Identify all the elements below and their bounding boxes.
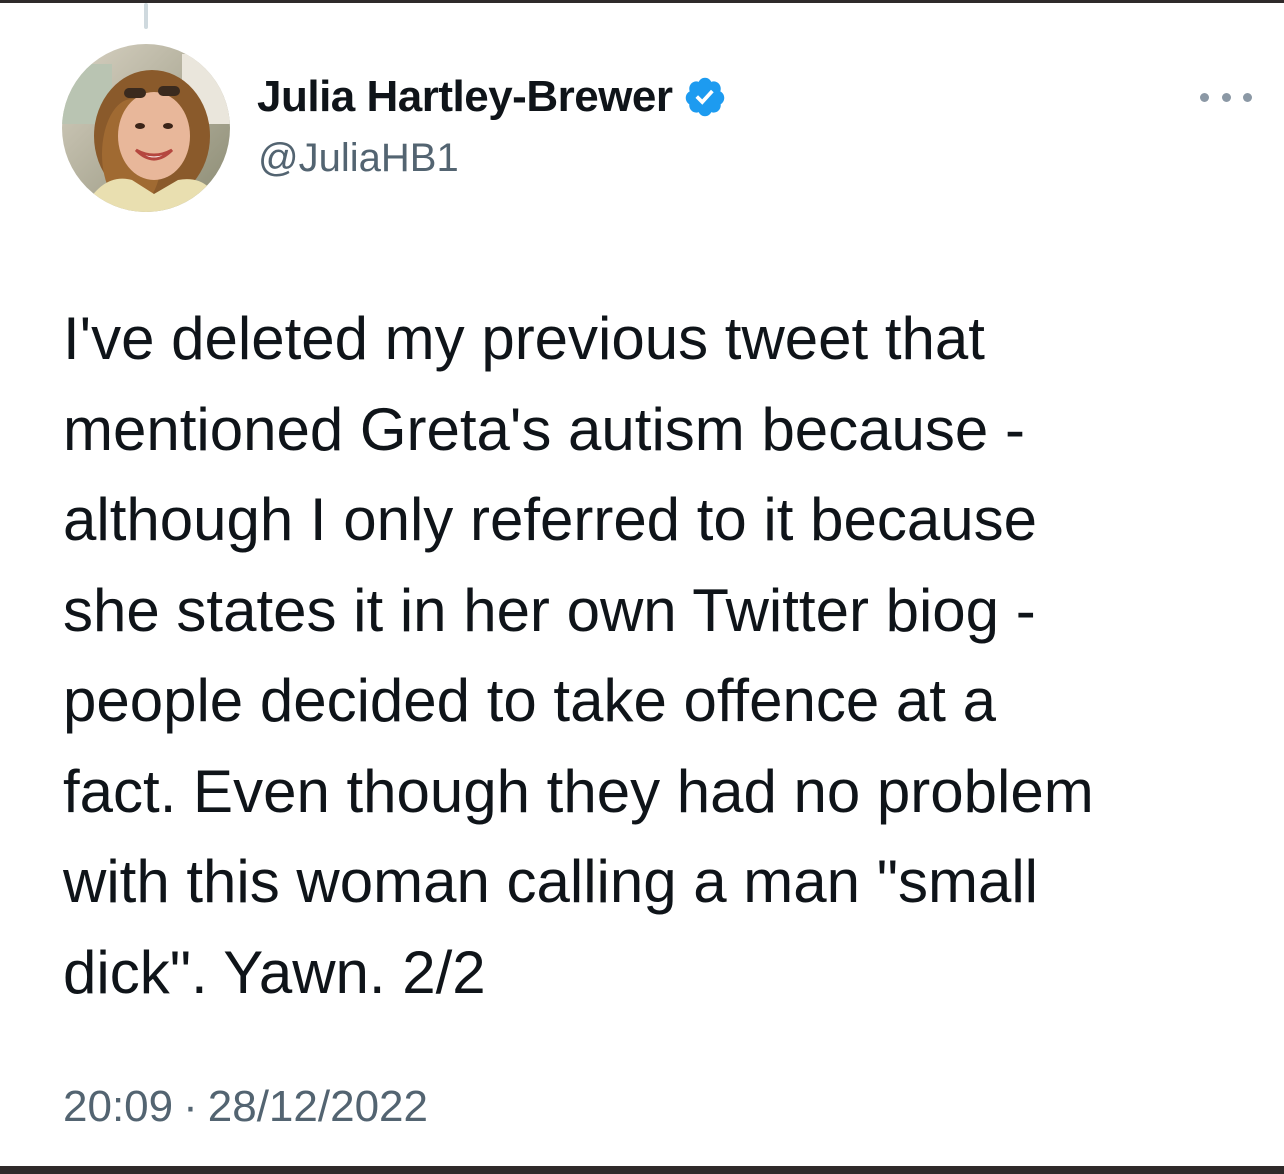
- more-dot: [1243, 92, 1252, 102]
- tweet-text-line: dick". Yawn. 2/2: [63, 938, 486, 1006]
- more-dot: [1221, 92, 1231, 102]
- top-border: [0, 0, 1284, 3]
- more-dot: [1200, 92, 1209, 102]
- avatar[interactable]: [62, 44, 230, 212]
- display-name[interactable]: Julia Hartley-Brewer: [257, 72, 673, 122]
- more-options-icon[interactable]: [1200, 86, 1252, 108]
- tweet-text-line: mentioned Greta's autism because -: [63, 395, 1025, 463]
- verified-badge-icon: [683, 75, 727, 119]
- bottom-border: [0, 1166, 1284, 1174]
- tweet-date: 28/12/2022: [207, 1082, 428, 1131]
- tweet-text: I've deleted my previous tweet that ment…: [63, 294, 1263, 1018]
- tweet-text-line: she states it in her own Twitter biog -: [63, 576, 1036, 644]
- tweet-text-line: although I only referred to it because: [63, 486, 1037, 553]
- tweet-text-line: fact. Even though they had no problem: [63, 757, 1094, 825]
- author-name-row[interactable]: Julia Hartley-Brewer: [257, 70, 727, 124]
- tweet-text-line: I've deleted my previous tweet that: [63, 305, 985, 372]
- thread-connector-line: [144, 3, 148, 29]
- tweet-text-line: with this woman calling a man "small: [63, 848, 1038, 915]
- avatar-image: [62, 44, 230, 212]
- author-handle[interactable]: @JuliaHB1: [258, 136, 459, 181]
- tweet-text-line: people decided to take offence at a: [63, 667, 996, 734]
- tweet-timestamp[interactable]: 20:09 · 28/12/2022: [63, 1082, 428, 1132]
- timestamp-separator: ·: [183, 1082, 198, 1131]
- tweet-time: 20:09: [63, 1082, 174, 1131]
